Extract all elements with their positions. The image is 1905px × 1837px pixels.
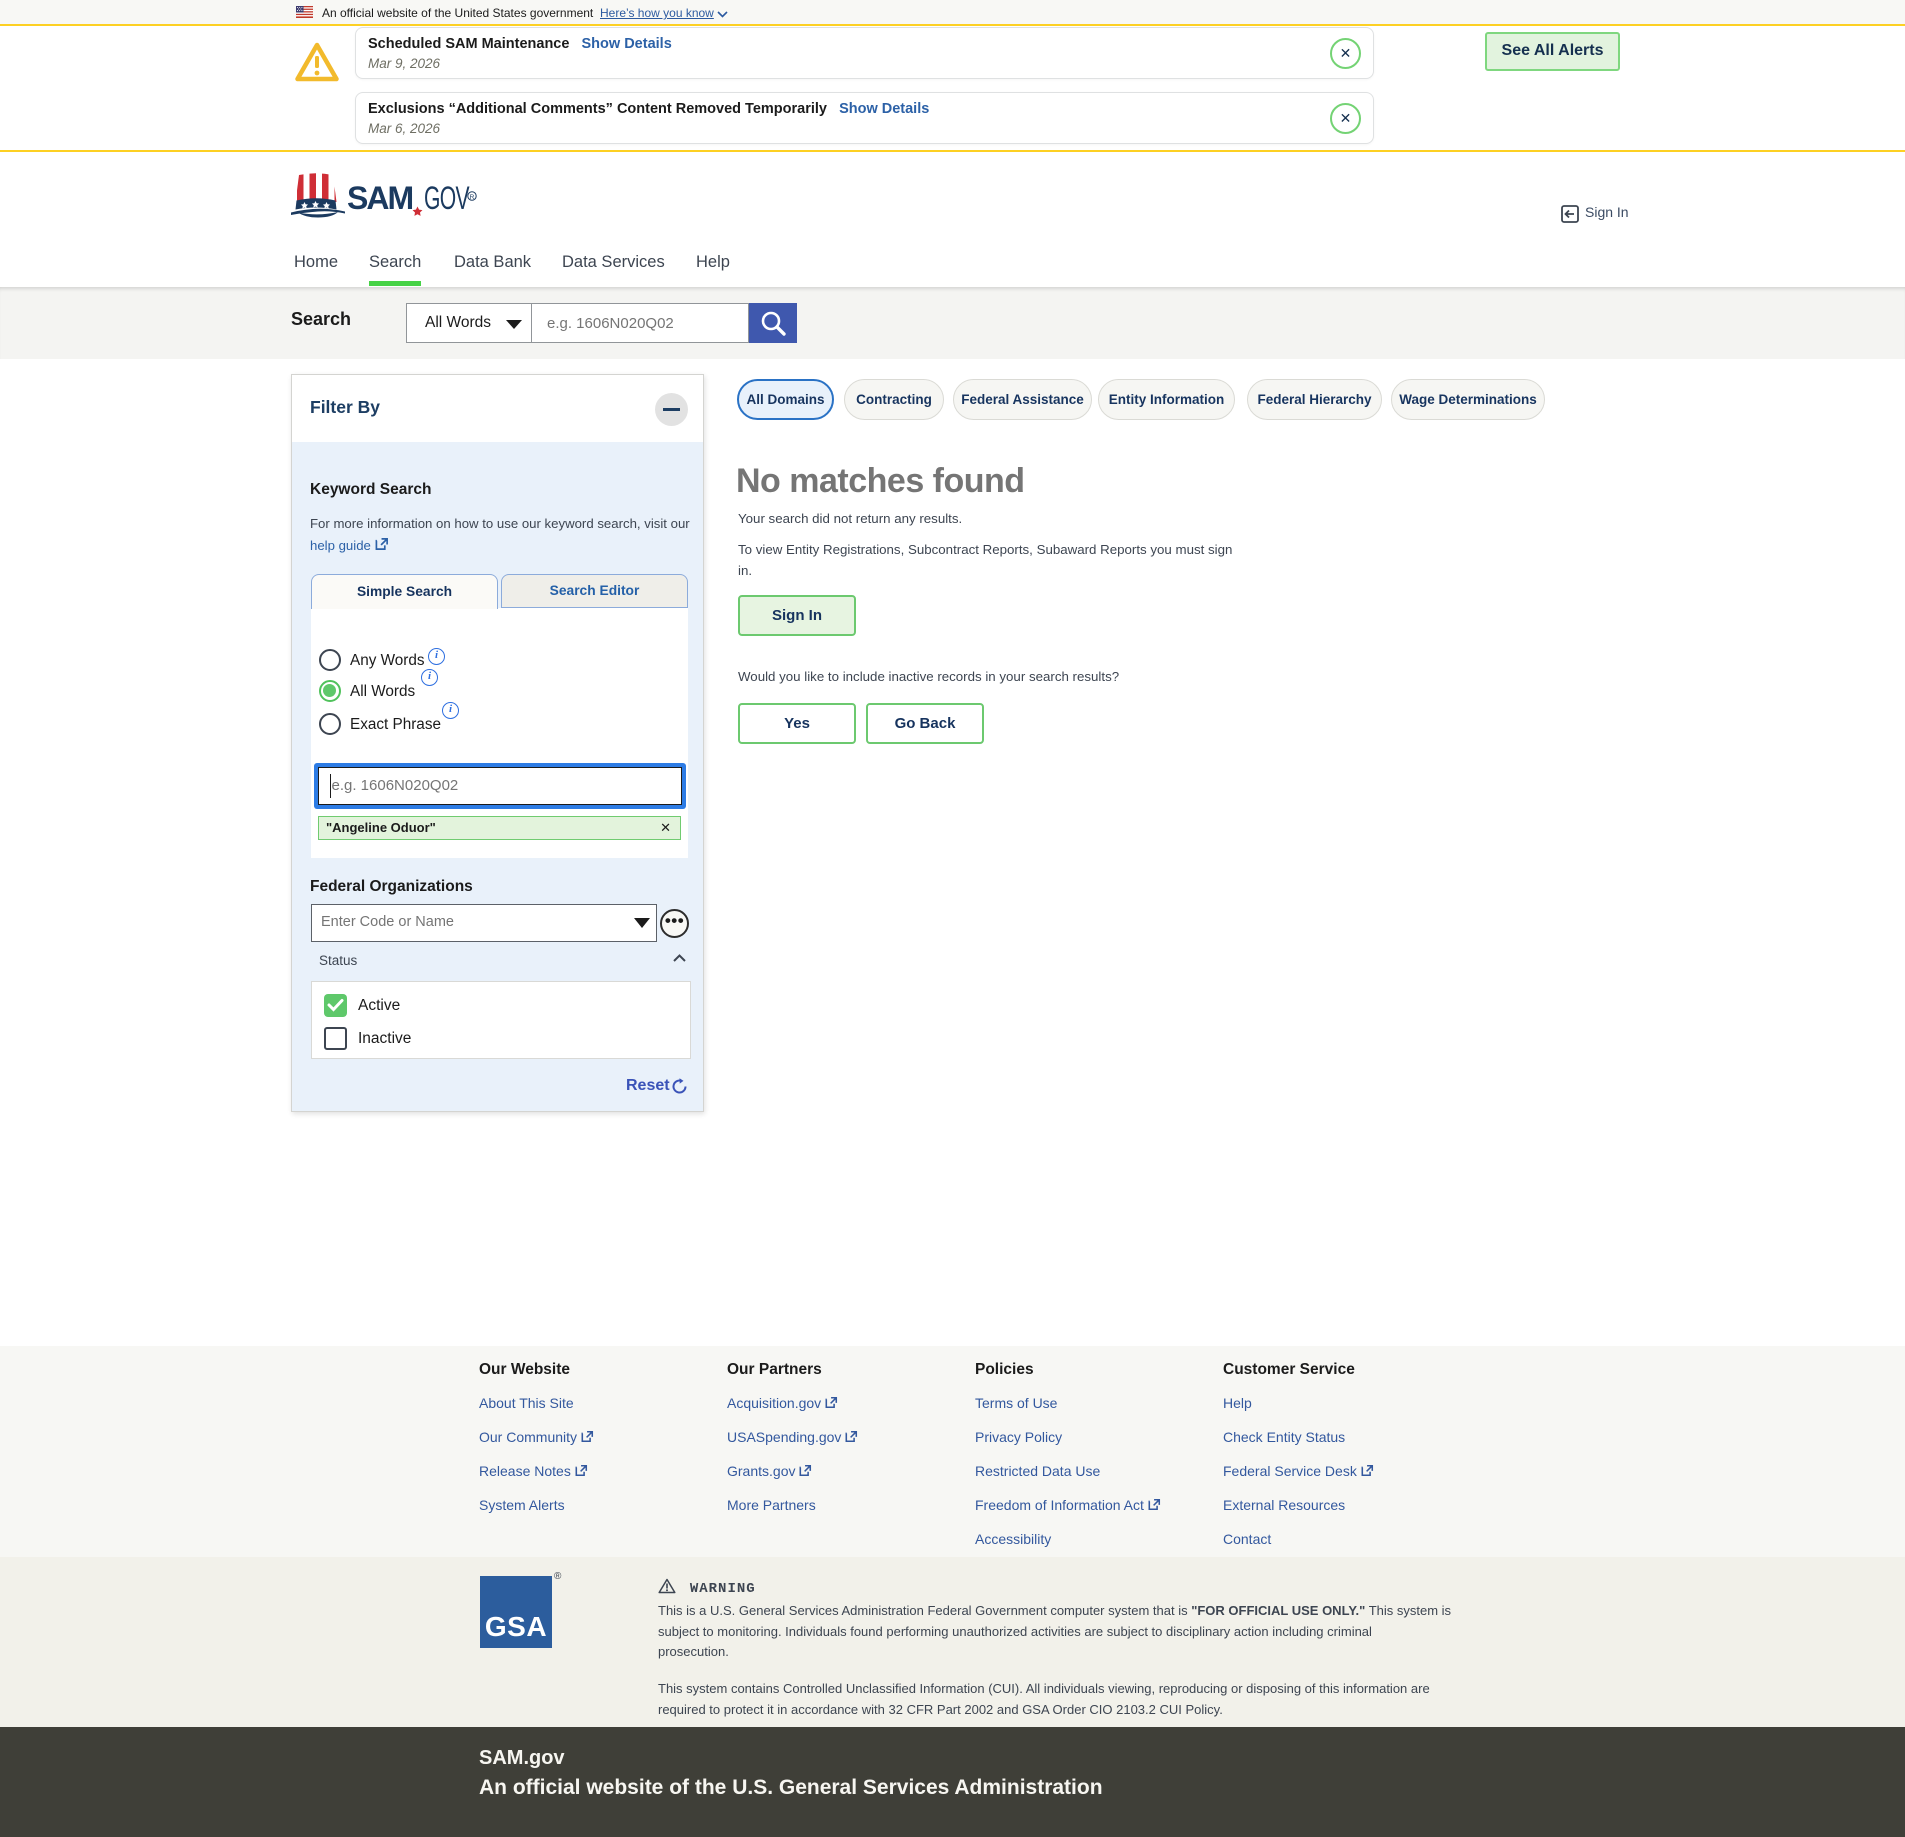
svg-text:R: R — [470, 194, 475, 201]
svg-text:GOV: GOV — [424, 179, 470, 216]
svg-text:SAM: SAM — [347, 180, 412, 216]
